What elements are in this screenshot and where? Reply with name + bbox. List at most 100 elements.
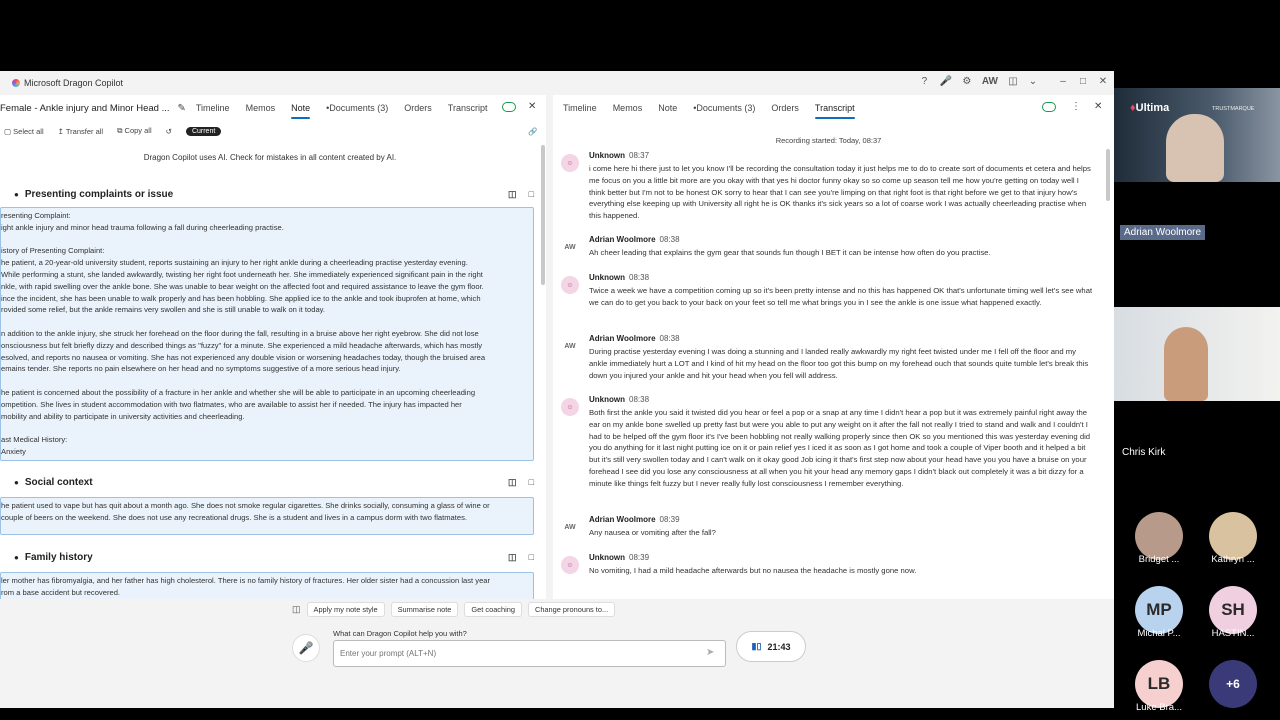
copilot-prompt-area: ◫ Apply my note style Summarise note Get… <box>0 599 1114 708</box>
note-tabbar: Female - Ankle injury and Minor Head ...… <box>0 95 546 121</box>
recording-timer-button[interactable]: ▮▯ 21:43 <box>736 631 806 662</box>
tab-orders[interactable]: Orders <box>771 97 799 119</box>
paragraph: n addition to the ankle injury, she stru… <box>1 328 486 374</box>
edit-icon[interactable]: ✎ <box>178 103 186 114</box>
apply-note-style-chip[interactable]: Apply my note style <box>306 602 385 617</box>
change-pronouns-chip[interactable]: Change pronouns to... <box>527 602 616 617</box>
speaker-name: Adrian Woolmore 08:38 <box>589 235 680 244</box>
close-pane-icon[interactable]: ✕ <box>528 101 536 112</box>
cloud-sync-icon[interactable] <box>1042 102 1056 112</box>
tab-orders[interactable]: Orders <box>404 97 432 119</box>
participant-avatar[interactable]: SH <box>1209 586 1257 634</box>
section-body[interactable]: resenting Complaint: ight ankle injury a… <box>0 207 534 461</box>
section-body[interactable]: he patient used to vape but has quit abo… <box>0 497 534 535</box>
recording-started: Recording started: Today, 08:37 <box>775 136 882 145</box>
participant-avatar[interactable]: LB <box>1135 660 1183 708</box>
waveform-icon: ▮▯ <box>751 641 762 651</box>
scrollbar[interactable] <box>541 145 545 285</box>
speaker-name: Unknown 08:37 <box>589 151 649 160</box>
send-icon[interactable]: ➤ <box>706 647 714 658</box>
history-icon[interactable]: ↺ <box>166 127 172 136</box>
microphone-icon[interactable]: 🎤 <box>939 76 951 87</box>
close-pane-icon[interactable]: ✕ <box>1094 101 1102 112</box>
section-presenting-complaints: ● Presenting complaints or issue ◫ □ rese… <box>0 185 540 461</box>
participant-avatar[interactable] <box>1209 512 1257 560</box>
speaker-name-badge: Adrian Woolmore <box>1120 225 1206 240</box>
copy-all-button[interactable]: ⧉ Copy all <box>117 126 152 136</box>
cloud-sync-icon[interactable] <box>502 102 516 112</box>
tab-memos[interactable]: Memos <box>246 97 276 119</box>
speaker-avatar: AW <box>561 518 579 536</box>
clipboard-icon[interactable]: □ <box>529 189 534 200</box>
transfer-all-button[interactable]: ↥ Transfer all <box>58 127 103 136</box>
speaker: Unknown <box>589 395 625 404</box>
transfer-all-label: Transfer all <box>65 126 104 136</box>
minimize-button[interactable]: – <box>1058 76 1068 87</box>
timestamp: 08:39 <box>629 553 650 562</box>
copilot-logo-icon <box>12 79 20 87</box>
layout-icon[interactable]: ◫ <box>1008 76 1018 87</box>
speaker: Adrian Woolmore <box>589 334 656 343</box>
speaker: Unknown <box>589 151 625 160</box>
link-icon[interactable]: 🔗 <box>528 127 537 136</box>
tab-transcript[interactable]: Transcript <box>814 97 855 119</box>
transcript-tabbar: Timeline Memos Note •Documents (3) Order… <box>553 95 1114 121</box>
participant-name: Bridget ... <box>1138 554 1180 565</box>
bullet-icon: ● <box>14 477 19 487</box>
participant-avatar[interactable] <box>1135 512 1183 560</box>
speaker-name: Unknown 08:39 <box>589 553 649 562</box>
more-options-icon[interactable]: ⋮ <box>1071 101 1081 112</box>
trustmarque-logo: TRUSTMARQUE <box>1212 106 1255 112</box>
video-tile-adrian[interactable]: ♦Ultima TRUSTMARQUE <box>1114 88 1280 182</box>
close-window-button[interactable]: ✕ <box>1098 76 1108 87</box>
microphone-button[interactable]: 🎤 <box>292 634 320 662</box>
participant-avatar[interactable]: MP <box>1135 586 1183 634</box>
select-all-button[interactable]: ▢ Select all <box>4 127 44 136</box>
tab-timeline[interactable]: Timeline <box>563 97 597 119</box>
video-tile-chris[interactable] <box>1114 307 1280 401</box>
paragraph: resenting Complaint: ight ankle injury a… <box>1 211 284 232</box>
clipboard-icon[interactable]: □ <box>529 477 534 488</box>
copy-section-icon[interactable]: ◫ <box>508 552 517 563</box>
tab-documents[interactable]: •Documents (3) <box>693 97 755 119</box>
style-icon[interactable]: ◫ <box>292 604 301 615</box>
section-header[interactable]: ● Family history ◫ □ <box>0 548 540 566</box>
timestamp: 08:38 <box>659 235 680 244</box>
speaker-name: Unknown 08:38 <box>589 395 649 404</box>
section-header[interactable]: ● Social context ◫ □ <box>0 473 540 491</box>
participant-video <box>1164 327 1208 401</box>
bullet-icon: ● <box>14 552 19 562</box>
tab-documents[interactable]: •Documents (3) <box>326 97 388 119</box>
app-title: Microsoft Dragon Copilot <box>24 78 124 88</box>
tab-memos[interactable]: Memos <box>613 97 643 119</box>
participant-video <box>1166 114 1224 182</box>
copy-section-icon[interactable]: ◫ <box>508 189 517 200</box>
section-header[interactable]: ● Presenting complaints or issue ◫ □ <box>0 185 540 203</box>
summarise-note-chip[interactable]: Summarise note <box>390 602 459 617</box>
paragraph: ler mother has fibromyalgia, and her fat… <box>1 576 491 597</box>
section-title: Social context <box>24 476 93 488</box>
tab-transcript[interactable]: Transcript <box>448 97 488 119</box>
more-participants-button[interactable]: +6 <box>1209 660 1257 708</box>
scrollbar[interactable] <box>1106 149 1110 201</box>
maximize-button[interactable]: □ <box>1078 76 1088 87</box>
ultima-logo-text: Ultima <box>1135 102 1170 114</box>
participant-name: Michal P... <box>1137 628 1181 639</box>
get-coaching-chip[interactable]: Get coaching <box>464 602 522 617</box>
prompt-input[interactable] <box>333 640 726 667</box>
speaker: Adrian Woolmore <box>589 515 656 524</box>
ai-disclaimer: Dragon Copilot uses AI. Check for mistak… <box>143 153 397 162</box>
copy-section-icon[interactable]: ◫ <box>508 477 517 488</box>
section-body[interactable]: ler mother has fibromyalgia, and her fat… <box>0 572 534 599</box>
tab-note[interactable]: Note <box>291 97 311 119</box>
help-icon[interactable]: ? <box>919 76 929 87</box>
chevron-down-icon[interactable]: ⌄ <box>1028 76 1038 87</box>
tab-note[interactable]: Note <box>658 97 677 119</box>
settings-icon[interactable]: ⚙ <box>962 76 972 87</box>
tab-timeline[interactable]: Timeline <box>196 97 230 119</box>
timestamp: 08:38 <box>659 334 680 343</box>
user-initials[interactable]: AW <box>982 76 998 87</box>
clipboard-icon[interactable]: □ <box>529 552 534 563</box>
current-version-badge[interactable]: Current <box>185 126 222 136</box>
transcript-text: i come here hi there just to let you kno… <box>589 164 1091 221</box>
